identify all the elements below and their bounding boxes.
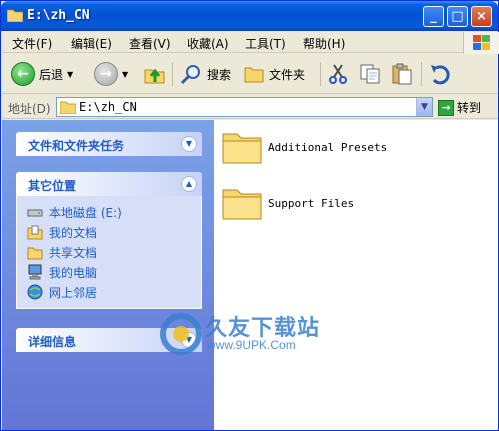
folder-name: Additional Presets [268,140,388,154]
panel-title: 文件和文件夹任务 [28,139,125,153]
chevron-down-icon[interactable]: ▼ [416,98,432,116]
menu-favorites[interactable]: 收藏(A) [187,35,229,52]
close-button[interactable]: × [471,6,492,27]
menu-view[interactable]: 查看(V) [129,35,171,52]
folders-icon [244,67,264,83]
address-label: 地址(D) [8,102,51,116]
folders-button[interactable]: 文件夹 [243,60,305,88]
chevron-up-icon[interactable]: ▲ [181,176,197,192]
folder-icon [60,101,76,114]
toolbar: ← 后退 ▼ → ▼ 搜索 文件夹 [2,54,498,94]
place-link-shared-documents[interactable]: 共享文档 [27,242,201,262]
toolbar-separator [421,62,422,86]
folder-up-icon [144,68,165,84]
watermark-url: www.9UPK.Com [207,338,296,352]
explorer-window: E:\zh_CN _ □ × 文件(F) 编辑(E) 查看(V) 收藏(A) 工… [0,0,499,431]
scissors-icon [329,64,347,84]
place-label: 我的文档 [49,225,98,240]
search-icon [180,65,200,85]
folder-icon [222,189,262,220]
other-places-panel: 其它位置 ▲ 本地磁盘 (E:) 我的文档 共享文档 我的电脑 网上邻居 [16,172,202,309]
menu-edit[interactable]: 编辑(E) [71,35,112,52]
menu-bar: 文件(F) 编辑(E) 查看(V) 收藏(A) 工具(T) 帮助(H) [2,31,498,53]
back-button[interactable]: ← 后退 ▼ [11,60,73,88]
search-label: 搜索 [207,67,232,82]
panel-title: 其它位置 [28,179,77,193]
back-label: 后退 [39,67,64,82]
up-button[interactable] [143,60,167,88]
undo-button[interactable] [428,60,452,88]
network-icon [27,284,43,300]
paste-button[interactable] [390,60,414,88]
computer-icon [28,264,42,280]
dropdown-arrow-icon[interactable]: ▼ [122,70,128,79]
task-pane: 文件和文件夹任务 ▼ 其它位置 ▲ 本地磁盘 (E:) 我的文档 共享文档 我的… [2,120,214,430]
forward-button[interactable]: → ▼ [94,60,128,88]
place-label: 本地磁盘 (E:) [49,205,122,220]
documents-folder-icon [27,225,43,240]
menu-help[interactable]: 帮助(H) [303,35,345,52]
folder-icon [7,9,23,22]
go-label: 转到 [457,101,482,115]
place-label: 我的电脑 [49,265,98,280]
panel-title: 详细信息 [28,335,77,349]
place-link-network-places[interactable]: 网上邻居 [27,282,201,302]
drive-icon [27,209,43,217]
other-places-header[interactable]: 其它位置 ▲ [16,172,202,196]
title-bar[interactable]: E:\zh_CN _ □ × [1,1,498,31]
copy-icon [360,64,380,84]
folder-icon [27,247,43,260]
dropdown-arrow-icon[interactable]: ▼ [67,70,73,79]
other-places-list: 本地磁盘 (E:) 我的文档 共享文档 我的电脑 网上邻居 [16,196,202,309]
windows-logo [463,32,499,54]
watermark: 久友下载站 www.9UPK.Com [159,308,339,368]
back-arrow-icon: ← [11,62,35,86]
window-title: E:\zh_CN [27,8,90,23]
folder-item[interactable]: Support Files [222,185,354,221]
place-label: 共享文档 [49,245,98,260]
folder-item[interactable]: Additional Presets [222,129,387,165]
place-link-local-disk[interactable]: 本地磁盘 (E:) [27,202,201,222]
windows-flag-icon [473,35,490,50]
forward-arrow-icon: → [94,62,118,86]
chevron-down-icon[interactable]: ▼ [181,136,197,152]
folder-name: Support Files [268,196,355,210]
address-bar: 地址(D) E:\zh_CN ▼ → 转到 [2,95,498,119]
file-tasks-header[interactable]: 文件和文件夹任务 ▼ [16,132,202,156]
folders-label: 文件夹 [269,67,306,82]
paste-icon [392,63,412,85]
toolbar-separator [320,62,321,86]
watermark-logo-icon [160,313,202,355]
go-arrow-icon: → [438,99,454,116]
address-input[interactable]: E:\zh_CN ▼ [56,97,433,117]
place-link-my-computer[interactable]: 我的电脑 [27,262,201,282]
file-tasks-panel: 文件和文件夹任务 ▼ [16,132,202,156]
maximize-button[interactable]: □ [447,6,468,27]
place-label: 网上邻居 [49,285,98,300]
toolbar-separator [172,62,173,86]
file-list: Additional Presets Support Files [214,120,498,430]
place-link-my-documents[interactable]: 我的文档 [27,222,201,242]
folder-icon [222,133,262,164]
menu-file[interactable]: 文件(F) [12,35,52,52]
menu-tools[interactable]: 工具(T) [245,35,286,52]
search-button[interactable]: 搜索 [179,60,231,88]
copy-button[interactable] [358,60,382,88]
address-value: E:\zh_CN [79,100,137,114]
minimize-button[interactable]: _ [423,6,444,27]
go-button[interactable]: → 转到 [438,98,481,117]
cut-button[interactable] [326,60,350,88]
undo-icon [431,65,450,85]
content-area: 文件和文件夹任务 ▼ 其它位置 ▲ 本地磁盘 (E:) 我的文档 共享文档 我的… [2,120,498,430]
